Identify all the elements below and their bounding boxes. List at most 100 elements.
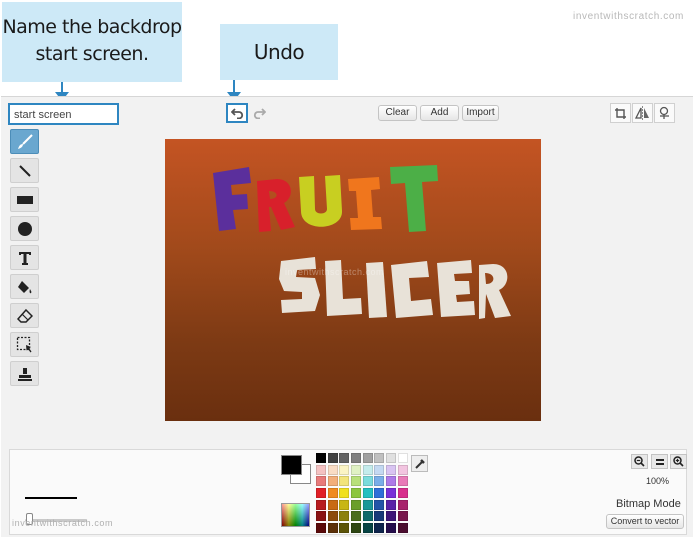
redo-icon — [253, 108, 266, 119]
palette-color-swatch[interactable] — [339, 453, 350, 463]
palette-color-swatch[interactable] — [362, 476, 373, 487]
palette-color-swatch[interactable] — [339, 464, 350, 475]
fill-tool[interactable] — [10, 274, 39, 299]
paint-editor: start screen Clear Add Import inventwith… — [1, 96, 693, 537]
brush-tool[interactable] — [10, 129, 39, 154]
palette-color-swatch[interactable] — [374, 476, 385, 487]
eyedropper-button[interactable] — [411, 455, 428, 472]
zoom-in-button[interactable] — [670, 454, 687, 469]
palette-color-swatch[interactable] — [351, 499, 362, 510]
color-palette — [316, 453, 408, 534]
brush-icon — [17, 133, 33, 149]
palette-color-swatch[interactable] — [374, 499, 385, 510]
primary-color-swatch[interactable] — [281, 455, 302, 475]
letter-e — [437, 260, 475, 317]
import-button[interactable]: Import — [462, 105, 499, 121]
line-icon — [18, 164, 31, 177]
letter-i — [348, 177, 382, 230]
palette-color-swatch[interactable] — [327, 488, 338, 499]
brush-size-preview — [25, 497, 77, 499]
palette-color-swatch[interactable] — [386, 453, 397, 463]
palette-color-swatch[interactable] — [316, 464, 326, 475]
palette-color-swatch[interactable] — [386, 511, 397, 522]
palette-color-swatch[interactable] — [386, 499, 397, 510]
flip-horizontal-button[interactable] — [632, 103, 653, 123]
crop-button[interactable] — [610, 103, 631, 123]
letter-u — [299, 175, 343, 227]
palette-color-swatch[interactable] — [386, 488, 397, 499]
palette-color-swatch[interactable] — [362, 464, 373, 475]
palette-color-swatch[interactable] — [339, 476, 350, 487]
palette-color-swatch[interactable] — [316, 453, 326, 463]
palette-color-swatch[interactable] — [374, 488, 385, 499]
palette-color-swatch[interactable] — [351, 511, 362, 522]
palette-color-swatch[interactable] — [374, 464, 385, 475]
rectangle-tool[interactable] — [10, 187, 39, 212]
palette-color-swatch[interactable] — [386, 464, 397, 475]
zoom-out-button[interactable] — [631, 454, 648, 469]
palette-color-swatch[interactable] — [351, 488, 362, 499]
palette-color-swatch[interactable] — [327, 476, 338, 487]
palette-color-swatch[interactable] — [327, 464, 338, 475]
add-button[interactable]: Add — [420, 105, 459, 121]
letter-r2 — [479, 264, 511, 319]
palette-color-swatch[interactable] — [316, 488, 326, 499]
palette-color-swatch[interactable] — [327, 453, 338, 463]
convert-to-vector-button[interactable]: Convert to vector — [606, 514, 684, 529]
eyedropper-icon — [414, 458, 425, 469]
set-center-icon — [659, 106, 669, 119]
palette-color-swatch[interactable] — [351, 476, 362, 487]
palette-color-swatch[interactable] — [397, 453, 408, 463]
canvas-watermark: inventwithscratch.com — [285, 267, 385, 277]
palette-color-swatch[interactable] — [316, 499, 326, 510]
palette-color-swatch[interactable] — [327, 511, 338, 522]
ellipse-tool[interactable] — [10, 216, 39, 241]
palette-color-swatch[interactable] — [362, 488, 373, 499]
palette-color-swatch[interactable] — [362, 499, 373, 510]
palette-color-swatch[interactable] — [362, 523, 373, 534]
palette-color-swatch[interactable] — [327, 523, 338, 534]
palette-color-swatch[interactable] — [397, 511, 408, 522]
palette-color-swatch[interactable] — [374, 523, 385, 534]
clear-button[interactable]: Clear — [378, 105, 417, 121]
undo-button[interactable] — [226, 103, 248, 123]
ellipse-icon — [17, 221, 32, 236]
text-tool[interactable] — [10, 245, 39, 270]
palette-color-swatch[interactable] — [339, 523, 350, 534]
palette-color-swatch[interactable] — [397, 464, 408, 475]
color-picker-button[interactable] — [281, 503, 310, 527]
palette-color-swatch[interactable] — [397, 488, 408, 499]
palette-color-swatch[interactable] — [362, 511, 373, 522]
palette-color-swatch[interactable] — [386, 523, 397, 534]
redo-button[interactable] — [251, 105, 267, 121]
eraser-tool[interactable] — [10, 303, 39, 328]
palette-color-swatch[interactable] — [374, 511, 385, 522]
line-tool[interactable] — [10, 158, 39, 183]
costume-name-input[interactable]: start screen — [8, 103, 119, 125]
rectangle-icon — [16, 195, 33, 204]
palette-color-swatch[interactable] — [316, 476, 326, 487]
drawing-canvas[interactable]: inventwithscratch.com — [165, 139, 541, 421]
palette-color-swatch[interactable] — [351, 464, 362, 475]
palette-color-swatch[interactable] — [362, 453, 373, 463]
equals-icon — [655, 458, 664, 465]
bitmap-mode-label: Bitmap Mode — [616, 498, 681, 510]
palette-color-swatch[interactable] — [351, 523, 362, 534]
palette-color-swatch[interactable] — [397, 523, 408, 534]
palette-color-swatch[interactable] — [339, 511, 350, 522]
stamp-tool[interactable] — [10, 361, 39, 386]
set-center-button[interactable] — [654, 103, 675, 123]
zoom-reset-button[interactable] — [651, 454, 668, 469]
palette-color-swatch[interactable] — [339, 488, 350, 499]
palette-color-swatch[interactable] — [374, 453, 385, 463]
palette-color-swatch[interactable] — [327, 499, 338, 510]
palette-color-swatch[interactable] — [316, 511, 326, 522]
palette-color-swatch[interactable] — [386, 476, 397, 487]
palette-color-swatch[interactable] — [397, 476, 408, 487]
palette-color-swatch[interactable] — [351, 453, 362, 463]
palette-color-swatch[interactable] — [339, 499, 350, 510]
undo-icon — [230, 108, 243, 119]
select-tool[interactable] — [10, 332, 39, 357]
palette-color-swatch[interactable] — [397, 499, 408, 510]
palette-color-swatch[interactable] — [316, 523, 326, 534]
